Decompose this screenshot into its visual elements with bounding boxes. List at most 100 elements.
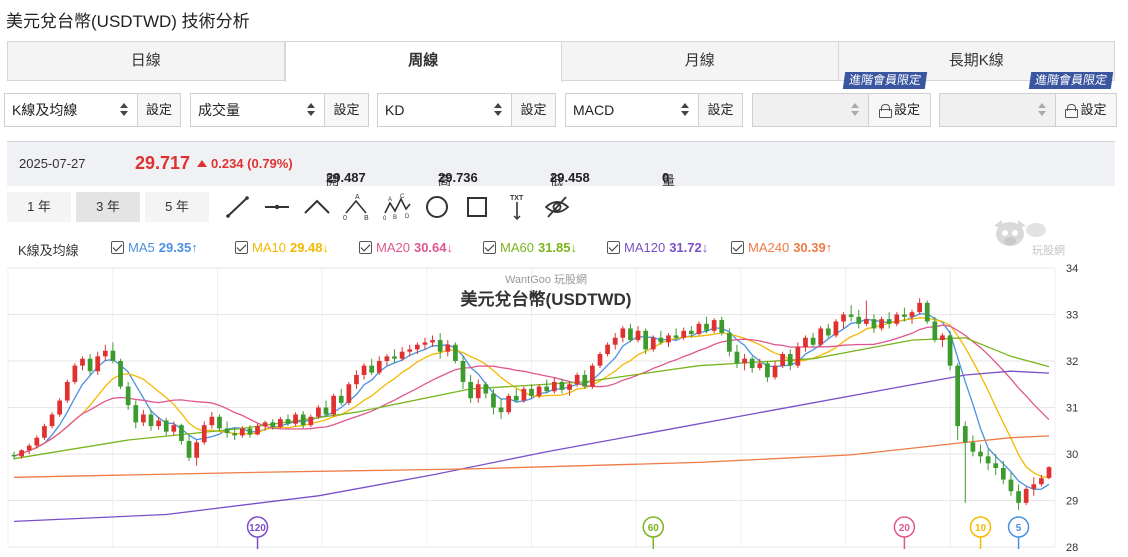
checkbox-icon[interactable]	[483, 241, 496, 254]
wave-pattern-icon[interactable]: A C B D 0	[383, 193, 411, 221]
candle	[483, 381, 489, 399]
indicator-group-3: KD 設定	[377, 93, 556, 127]
range-1y-button[interactable]: 1 年	[7, 192, 71, 222]
abcd-pattern-icon[interactable]: A B 0	[342, 193, 370, 221]
pattern-label: 0	[343, 215, 347, 221]
ma-toggle-ma240[interactable]: MA240 30.39↑	[731, 240, 832, 255]
indicator-settings-button[interactable]: 設定	[511, 93, 556, 127]
candle	[1008, 472, 1014, 496]
candle-body	[232, 433, 238, 436]
candle	[666, 333, 671, 348]
checkbox-icon[interactable]	[235, 241, 248, 254]
ma-toggle-ma120[interactable]: MA120 31.72↓	[607, 240, 708, 255]
candle-body	[513, 395, 519, 401]
candle-body	[133, 405, 139, 423]
quote-date: 2025-07-27	[19, 156, 86, 171]
indicator-select-macd[interactable]: MACD	[565, 93, 698, 127]
candle-body	[574, 374, 580, 385]
tab-monthly[interactable]: 月線	[562, 42, 839, 80]
candle	[64, 379, 70, 403]
candle-body	[780, 354, 785, 366]
candle-body	[551, 381, 557, 392]
candle-body	[102, 350, 108, 357]
y-tick-label: 34	[1066, 263, 1078, 275]
horizontal-line-icon[interactable]	[263, 193, 291, 221]
locked-settings-button[interactable]: 設定 進階會員限定	[842, 72, 931, 127]
candle-body	[118, 361, 123, 387]
ma-toggle-ma10[interactable]: MA10 29.48↓	[235, 240, 329, 255]
candle-body	[460, 361, 466, 382]
candle-body	[376, 361, 382, 373]
indicator-select-locked[interactable]	[939, 93, 1055, 127]
candle	[605, 342, 610, 357]
candle	[224, 421, 230, 438]
indicator-select-kd[interactable]: KD	[377, 93, 511, 127]
candle-body	[727, 333, 732, 352]
candle-body	[491, 393, 496, 408]
ma-toggle-ma5[interactable]: MA5 29.35↑	[111, 240, 198, 255]
quote-change-value: 0.234 (0.79%)	[211, 156, 293, 171]
ma-marker-60: 60	[642, 516, 665, 549]
tab-daily[interactable]: 日線	[8, 42, 285, 80]
candle-body	[171, 425, 177, 432]
indicator-settings-button[interactable]: 設定	[137, 93, 181, 127]
candle	[201, 421, 207, 445]
indicator-select-volume[interactable]: 成交量	[190, 93, 324, 127]
hide-icon[interactable]	[543, 193, 571, 221]
candle	[696, 321, 702, 336]
candle-body	[445, 344, 451, 352]
text-tool-icon[interactable]: TXT	[503, 193, 531, 221]
candle-body	[1008, 479, 1014, 492]
indicator-select-locked[interactable]	[752, 93, 868, 127]
candlestick-chart[interactable]: 34 33 32 31 30 29 28 WantGoo 玩股網 美元兌台幣(USDTWD)…	[0, 262, 1128, 557]
candle-body	[529, 388, 534, 396]
checkbox-icon[interactable]	[607, 241, 620, 254]
candle-body	[559, 381, 565, 390]
range-3y-button[interactable]: 3 年	[76, 192, 140, 222]
indicator-select-label: 成交量	[198, 102, 240, 118]
circle-icon[interactable]	[423, 193, 451, 221]
candle	[871, 314, 877, 334]
indicator-settings-button[interactable]: 設定	[698, 93, 743, 127]
ma-label: MA10	[252, 240, 286, 255]
rectangle-icon[interactable]	[463, 193, 491, 221]
ma-label: MA60	[500, 240, 534, 255]
candle-body	[673, 335, 679, 338]
select-arrow-icon	[307, 103, 315, 117]
locked-settings-button[interactable]: 設定 進階會員限定	[1028, 72, 1117, 127]
trend-line-icon[interactable]	[224, 193, 252, 221]
candle-body	[993, 463, 999, 468]
candle-body	[810, 337, 816, 345]
candle-body	[49, 414, 55, 427]
candle	[742, 354, 747, 371]
checkbox-icon[interactable]	[359, 241, 372, 254]
candle	[110, 342, 116, 364]
ma-value: 30.64↓	[413, 240, 454, 255]
polyline-icon[interactable]	[303, 193, 331, 221]
indicator-group-6: 設定 進階會員限定	[939, 72, 1117, 127]
lock-icon	[1065, 104, 1079, 118]
ma-marker-5: 5	[1007, 516, 1030, 549]
checkbox-icon[interactable]	[731, 241, 744, 254]
candle	[1023, 486, 1029, 506]
y-tick-label: 31	[1066, 403, 1078, 415]
settings-label: 設定	[1080, 102, 1107, 117]
candle-body	[262, 422, 268, 427]
candle	[559, 378, 565, 394]
candle-body	[1023, 488, 1029, 503]
candle	[955, 363, 961, 441]
range-5y-button[interactable]: 5 年	[145, 192, 209, 222]
candle-body	[643, 330, 649, 350]
candle-body	[430, 340, 435, 343]
candle	[468, 374, 473, 403]
candle	[87, 354, 93, 375]
checkbox-icon[interactable]	[111, 241, 124, 254]
indicator-select-kline[interactable]: K線及均線	[4, 93, 137, 127]
ma-toggle-ma20[interactable]: MA20 30.64↓	[359, 240, 453, 255]
tab-weekly[interactable]: 周線	[284, 41, 562, 82]
candle	[612, 333, 618, 350]
ma-toggle-ma60[interactable]: MA60 31.85↓	[483, 240, 577, 255]
indicator-settings-button[interactable]: 設定	[324, 93, 369, 127]
candle-body	[711, 320, 717, 331]
candle-body	[605, 344, 610, 355]
